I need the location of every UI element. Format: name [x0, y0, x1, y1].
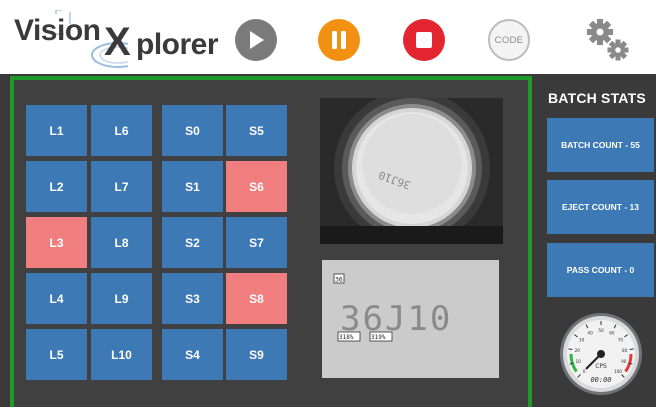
- gauge-tick-label: 0: [583, 369, 586, 374]
- gauge-tick-label: 70: [618, 338, 624, 343]
- station-tile[interactable]: S7: [226, 217, 287, 268]
- station-tile[interactable]: S6: [226, 161, 287, 212]
- gauge-readout: 00:00: [590, 376, 611, 384]
- lane-tile[interactable]: L3: [26, 217, 87, 268]
- app-logo: Vision X plorer: [8, 8, 219, 68]
- stop-icon: [416, 32, 432, 48]
- cap-image: 36J10: [320, 98, 503, 244]
- station-tile[interactable]: S0: [162, 105, 223, 156]
- lane-tile[interactable]: L2: [26, 161, 87, 212]
- lane-tile[interactable]: L6: [91, 105, 152, 156]
- batch-count-box: BATCH COUNT - 55: [547, 118, 654, 172]
- gauge-tick-label: 60: [609, 330, 615, 335]
- logo-text-plorer: plorer: [136, 28, 219, 61]
- eject-count-box: EJECT COUNT - 13: [547, 180, 654, 234]
- stats-title: BATCH STATS: [548, 90, 646, 106]
- station-tile[interactable]: S9: [226, 329, 287, 380]
- pass-count-box: PASS COUNT - 0: [547, 243, 654, 297]
- lane-tile[interactable]: L9: [91, 273, 152, 324]
- header: Vision X plorer CODE: [0, 0, 656, 74]
- gauge-tick-label: 100: [614, 369, 622, 374]
- gauge-label: CPS: [595, 363, 607, 370]
- station-tile[interactable]: S1: [162, 161, 223, 212]
- lane-tile[interactable]: L4: [26, 273, 87, 324]
- pause-button[interactable]: [318, 19, 360, 61]
- gauge-tick-label: 90: [621, 359, 627, 364]
- gauge-tick-label: 50: [598, 328, 604, 333]
- station-tile[interactable]: S3: [162, 273, 223, 324]
- logo-text-vision: Vision: [14, 14, 101, 47]
- gauge-tick: [568, 348, 573, 350]
- play-button[interactable]: [235, 19, 277, 61]
- lane-tile[interactable]: L10: [91, 329, 152, 380]
- cps-gauge: 0 10 20 30 40 50 60 70 80 90 100 CPS 00:00: [558, 311, 644, 397]
- gauge-tick: [629, 348, 634, 350]
- station-tile[interactable]: S5: [226, 105, 287, 156]
- gauge-tick-label: 40: [587, 330, 593, 335]
- lane-tile[interactable]: L1: [26, 105, 87, 156]
- code-button[interactable]: CODE: [488, 19, 530, 61]
- ocr-view: 36 36J10 318% 319%: [322, 260, 499, 378]
- ocr-box-label: 36: [335, 276, 343, 284]
- station-tile[interactable]: S4: [162, 329, 223, 380]
- ocr-confidence-2: 319%: [371, 334, 386, 341]
- code-button-label: CODE: [494, 34, 524, 46]
- logo-text-x: X: [104, 20, 131, 64]
- gauge-tick-label: 30: [579, 338, 585, 343]
- lane-tile[interactable]: L7: [91, 161, 152, 212]
- gauge-dial: 010 20 3040 50 6070 80 90 100 CPS 00:00: [560, 313, 642, 395]
- gauge-tick-label: 20: [575, 348, 581, 353]
- stop-button[interactable]: [403, 19, 445, 61]
- lane-tile[interactable]: L5: [26, 329, 87, 380]
- station-tile[interactable]: S8: [226, 273, 287, 324]
- play-icon: [250, 31, 264, 49]
- ocr-confidence-1: 318%: [339, 334, 354, 341]
- gear-icon: [587, 19, 629, 61]
- pause-icon: [332, 31, 346, 49]
- gauge-tick-label: 10: [576, 359, 582, 364]
- settings-button[interactable]: [582, 14, 634, 66]
- lane-tile[interactable]: L8: [91, 217, 152, 268]
- ocr-image: 36 36J10 318% 319%: [322, 260, 499, 378]
- station-tile[interactable]: S2: [162, 217, 223, 268]
- gauge-tick-label: 80: [622, 348, 628, 353]
- camera-view: 36J10: [320, 98, 503, 244]
